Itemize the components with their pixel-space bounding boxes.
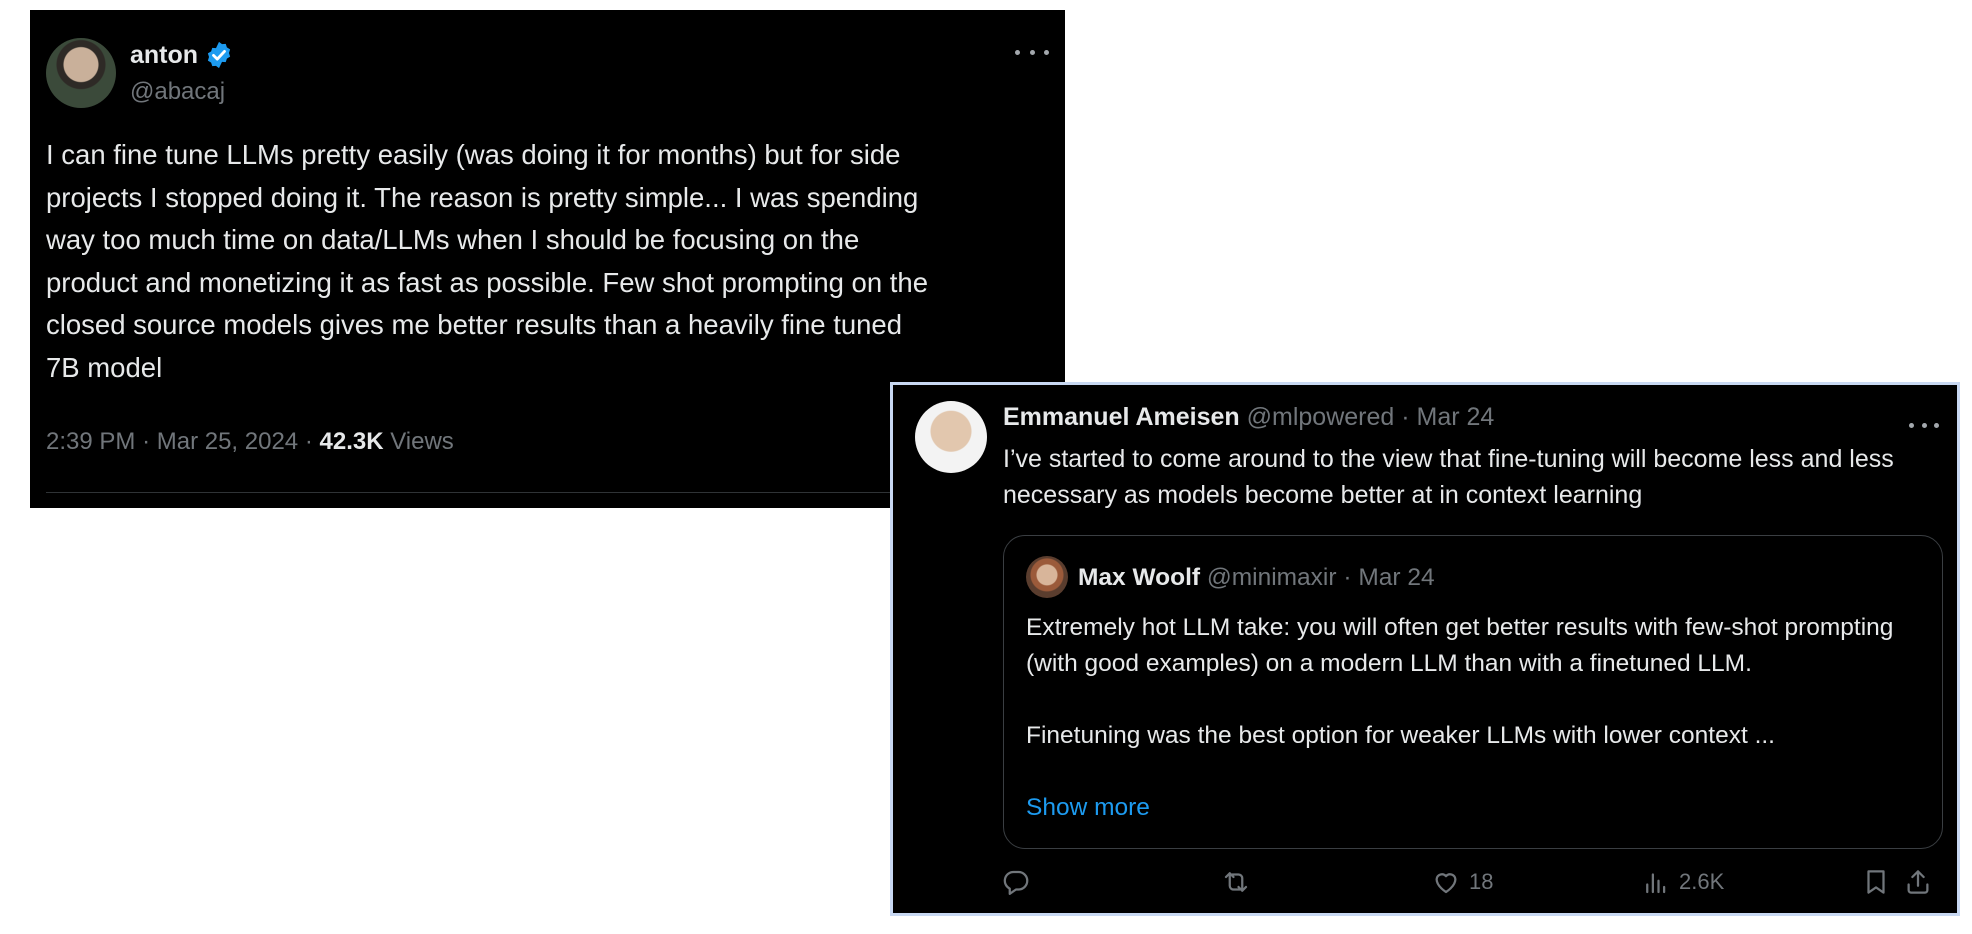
- repost-icon: [1221, 867, 1251, 897]
- tweet-date[interactable]: Mar 24: [1417, 403, 1495, 431]
- avatar[interactable]: [915, 401, 987, 473]
- tweet-date[interactable]: Mar 25, 2024: [157, 428, 298, 455]
- tweet-time[interactable]: 2:39 PM: [46, 428, 135, 455]
- show-more-link[interactable]: Show more: [1026, 794, 1150, 822]
- more-icon[interactable]: [1909, 415, 1939, 435]
- action-bar: 18 2.6K: [893, 867, 1957, 907]
- author-handle[interactable]: @abacaj: [130, 78, 225, 106]
- author-row: Emmanuel Ameisen @mlpowered · Mar 24: [1003, 403, 1495, 431]
- views-button[interactable]: 2.6K: [1641, 867, 1724, 897]
- repost-button[interactable]: [1221, 867, 1251, 897]
- avatar[interactable]: [46, 38, 116, 108]
- bookmark-button[interactable]: [1861, 867, 1891, 897]
- reply-icon: [1001, 867, 1031, 897]
- verified-badge-icon: [204, 40, 234, 70]
- quote-author-row: Max Woolf @minimaxir · Mar 24: [1078, 564, 1435, 591]
- quote-paragraph-2: Finetuning was the best option for weake…: [1026, 722, 1775, 749]
- author-handle[interactable]: @mlpowered: [1247, 403, 1395, 431]
- avatar[interactable]: [1026, 556, 1068, 598]
- quote-author-name[interactable]: Max Woolf: [1078, 564, 1200, 591]
- heart-icon: [1431, 867, 1461, 897]
- reply-button[interactable]: [1001, 867, 1031, 897]
- author-name[interactable]: Emmanuel Ameisen: [1003, 403, 1240, 431]
- quoted-tweet[interactable]: Max Woolf @minimaxir · Mar 24 Extremely …: [1003, 535, 1943, 849]
- tweet-text: I’ve started to come around to the view …: [1003, 445, 1894, 509]
- share-icon: [1903, 867, 1933, 897]
- author-name[interactable]: anton: [130, 41, 198, 70]
- quote-paragraph-1: Extremely hot LLM take: you will often g…: [1026, 614, 1894, 677]
- quote-text: Extremely hot LLM take: you will often g…: [1026, 610, 1926, 754]
- like-button[interactable]: 18: [1431, 867, 1493, 897]
- author-row: anton: [130, 40, 234, 70]
- tweet-text: I can fine tune LLMs pretty easily (was …: [46, 139, 929, 383]
- quote-date[interactable]: Mar 24: [1358, 564, 1434, 591]
- views-count: 42.3K: [319, 428, 384, 455]
- share-button[interactable]: [1903, 867, 1933, 897]
- tweet-meta: 2:39 PM · Mar 25, 2024 · 42.3K Views: [46, 428, 454, 455]
- quote-author-handle[interactable]: @minimaxir: [1207, 564, 1337, 591]
- more-icon[interactable]: [1015, 40, 1049, 64]
- bookmark-icon: [1861, 867, 1891, 897]
- analytics-icon: [1641, 867, 1671, 897]
- views-count: 2.6K: [1679, 869, 1725, 894]
- tweet-emmanuel[interactable]: Emmanuel Ameisen @mlpowered · Mar 24 I’v…: [890, 382, 1960, 916]
- views-label: Views: [390, 428, 454, 455]
- like-count: 18: [1469, 869, 1494, 894]
